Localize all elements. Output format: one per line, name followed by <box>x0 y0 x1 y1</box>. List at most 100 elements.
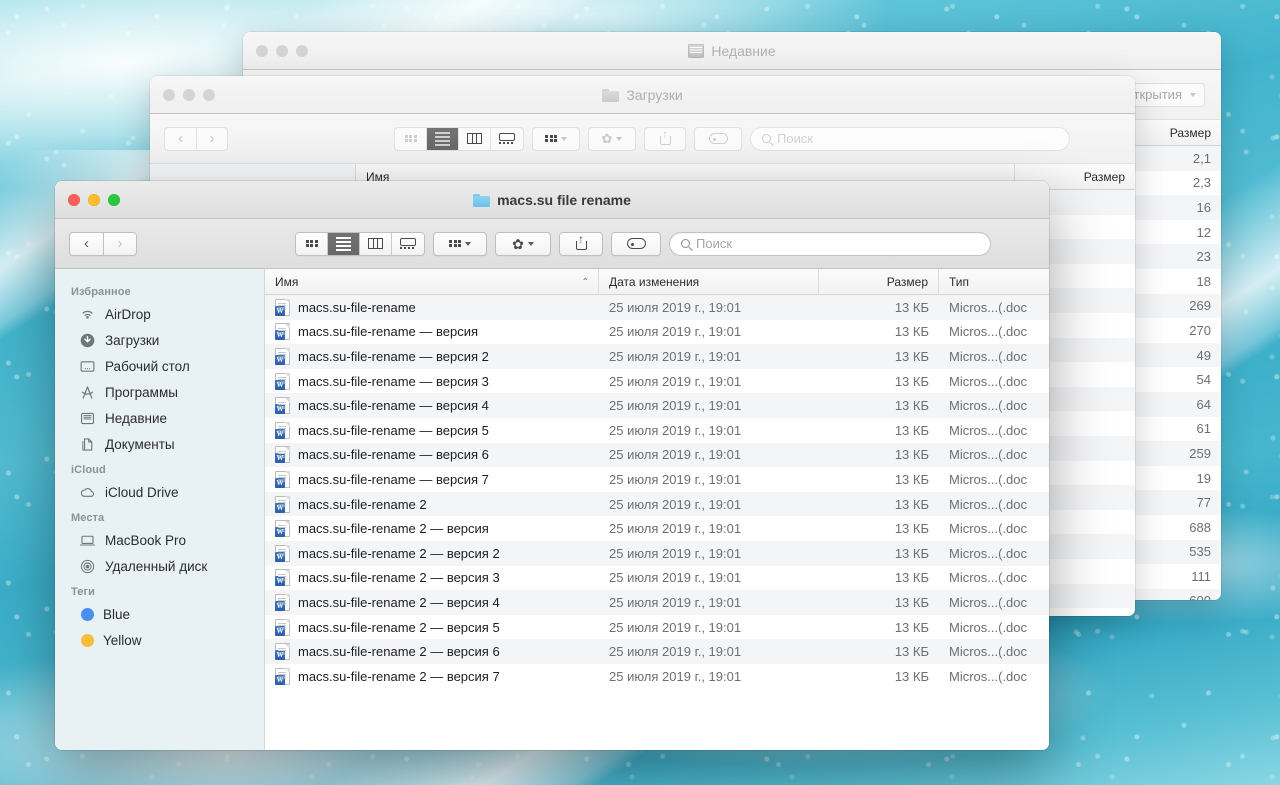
cell-modified: 25 июля 2019 г., 19:01 <box>609 545 742 561</box>
sidebar-item-недавние[interactable]: Недавние <box>55 405 264 431</box>
table-row[interactable]: Wmacs.su-file-rename 2 — версия 2 25 июля… <box>265 540 1049 566</box>
toolbar-front[interactable]: ‹ › ✿ Поиск <box>55 219 1049 269</box>
close-button[interactable] <box>163 88 175 101</box>
gallery-view-button[interactable] <box>392 233 424 255</box>
close-button[interactable] <box>256 44 268 57</box>
column-view-button[interactable] <box>360 232 392 255</box>
column-header-name[interactable]: Имя ⌃ <box>265 269 599 294</box>
table-row[interactable]: Wmacs.su-file-rename — версия 2 25 июля 2… <box>265 344 1049 369</box>
zoom-button[interactable] <box>296 44 308 57</box>
titlebar-recents[interactable]: Недавние <box>243 32 1221 70</box>
column-view-button[interactable] <box>459 127 491 150</box>
list-view-button[interactable] <box>427 127 459 150</box>
table-row[interactable]: Wmacs.su-file-rename — версия 5 25 июля 2… <box>265 418 1049 443</box>
toolbar-downloads[interactable]: ‹ › ✿ Поиск <box>150 114 1135 164</box>
action-gear-button[interactable]: ✿ <box>495 231 551 256</box>
table-row[interactable]: Wmacs.su-file-rename — версия 7 25 июля 2… <box>265 467 1049 492</box>
share-button[interactable] <box>559 231 603 256</box>
column-headers-front[interactable]: Имя ⌃ Дата изменения Размер Тип <box>265 269 1049 295</box>
search-input[interactable]: Поиск <box>669 231 991 256</box>
sidebar-item-удаленный-диск[interactable]: Удаленный диск <box>55 553 264 579</box>
view-mode-segmented-control[interactable] <box>295 231 425 256</box>
zoom-button[interactable] <box>108 193 120 206</box>
sidebar-item-macbook-pro[interactable]: MacBook Pro <box>55 527 264 553</box>
cell-size: 13 КБ <box>894 619 929 635</box>
sidebar-front[interactable]: Избранное AirDrop Загрузки Рабочий стол Прог… <box>55 269 265 750</box>
table-row[interactable]: Wmacs.su-file-rename 2 — версия 25 июля 2… <box>265 516 1049 541</box>
table-row[interactable]: Wmacs.su-file-rename 25 июля 2019 г., 19:… <box>265 295 1049 320</box>
cell-kind: Micros...(.doc <box>949 373 1028 389</box>
file-name: macs.su-file-rename — версия <box>298 324 479 340</box>
column-header-size[interactable]: Размер <box>819 269 939 294</box>
close-button[interactable] <box>68 193 80 206</box>
table-row[interactable]: Wmacs.su-file-rename 2 — версия 7 25 июля… <box>265 664 1049 689</box>
airdrop-icon <box>79 306 96 323</box>
sort-ascending-icon: ⌃ <box>581 276 589 286</box>
window-controls-front[interactable] <box>55 193 120 206</box>
word-document-icon: W <box>275 421 290 439</box>
cell-name: Wmacs.su-file-rename — версия 4 <box>265 397 599 415</box>
sidebar-item-программы[interactable]: Программы <box>55 379 264 405</box>
sidebar-item-yellow[interactable]: Yellow <box>55 627 264 653</box>
window-controls-recents[interactable] <box>243 44 308 57</box>
forward-button[interactable]: › <box>196 126 228 151</box>
table-row[interactable]: Wmacs.su-file-rename 2 — версия 5 25 июля… <box>265 615 1049 640</box>
table-row[interactable]: Wmacs.su-file-rename — версия 6 25 июля 2… <box>265 442 1049 468</box>
sidebar-section-9: Места <box>71 512 105 524</box>
sidebar-item-icloud-drive[interactable]: iCloud Drive <box>55 479 264 505</box>
sidebar-item-airdrop[interactable]: AirDrop <box>55 301 264 327</box>
column-header-kind[interactable]: Тип <box>939 269 1049 294</box>
forward-button[interactable]: › <box>103 231 137 256</box>
view-mode-segmented-control[interactable] <box>394 126 524 151</box>
sidebar-item-документы[interactable]: Документы <box>55 431 264 457</box>
cell-size: 13 КБ <box>894 545 929 561</box>
table-row[interactable]: Wmacs.su-file-rename 2 — версия 3 25 июля… <box>265 566 1049 591</box>
share-button[interactable] <box>644 126 686 151</box>
list-view-button[interactable] <box>328 232 360 255</box>
sidebar-item-загрузки[interactable]: Загрузки <box>55 327 264 353</box>
table-row[interactable]: Wmacs.su-file-rename — версия 25 июля 201… <box>265 320 1049 345</box>
sidebar-item-blue[interactable]: Blue <box>55 601 264 627</box>
table-row[interactable]: Wmacs.su-file-rename — версия 4 25 июля 2… <box>265 393 1049 418</box>
group-by-button[interactable] <box>433 231 487 256</box>
search-input[interactable]: Поиск <box>750 126 1070 151</box>
minimize-button[interactable] <box>88 193 100 206</box>
cell-modified: 25 июля 2019 г., 19:01 <box>609 299 742 315</box>
group-by-button[interactable] <box>532 126 580 151</box>
icon-view-button[interactable] <box>395 127 427 150</box>
cell-kind: Micros...(.doc <box>949 668 1028 684</box>
window-controls-downloads[interactable] <box>150 88 215 101</box>
table-row[interactable]: Wmacs.su-file-rename 2 25 июля 2019 г., 1… <box>265 491 1049 517</box>
gallery-view-button[interactable] <box>491 128 523 150</box>
laptop-icon <box>79 532 96 549</box>
table-row[interactable]: Wmacs.su-file-rename 2 — версия 4 25 июля… <box>265 590 1049 615</box>
back-button[interactable]: ‹ <box>164 126 196 151</box>
sidebar-item-рабочий-стол[interactable]: Рабочий стол <box>55 353 264 379</box>
titlebar-front[interactable]: macs.su file rename <box>55 181 1049 219</box>
sidebar-item-label: iCloud Drive <box>105 484 179 500</box>
back-button[interactable]: ‹ <box>69 231 103 256</box>
file-list-front[interactable]: Wmacs.su-file-rename 25 июля 2019 г., 19:… <box>265 295 1049 750</box>
downloads-icon <box>79 332 96 349</box>
documents-icon <box>79 436 96 453</box>
action-gear-button[interactable]: ✿ <box>588 126 636 151</box>
window-title-recents: Недавние <box>243 32 1221 69</box>
nav-group-downloads[interactable]: ‹ › <box>164 126 228 151</box>
tags-button[interactable] <box>694 126 742 151</box>
titlebar-downloads[interactable]: Загрузки <box>150 76 1135 114</box>
minimize-button[interactable] <box>183 88 195 101</box>
icon-view-button[interactable] <box>296 232 328 255</box>
table-row[interactable]: Wmacs.su-file-rename 2 — версия 6 25 июля… <box>265 639 1049 664</box>
nav-group-front[interactable]: ‹ › <box>69 231 137 256</box>
file-name: macs.su-file-rename 2 — версия 2 <box>298 545 500 561</box>
file-name: macs.su-file-rename — версия 3 <box>298 373 489 389</box>
table-row[interactable]: Wmacs.su-file-rename — версия 3 25 июля 2… <box>265 369 1049 394</box>
cell-size: 13 КБ <box>894 422 929 438</box>
minimize-button[interactable] <box>276 44 288 57</box>
finder-window-macs-su-file-rename[interactable]: macs.su file rename ‹ › ✿ Поиск <box>55 181 1049 750</box>
tags-button[interactable] <box>611 231 661 256</box>
column-header-modified[interactable]: Дата изменения <box>599 269 819 294</box>
cell-modified: 25 июля 2019 г., 19:01 <box>609 570 742 586</box>
cell-name: Wmacs.su-file-rename 2 — версия 4 <box>265 593 599 611</box>
zoom-button[interactable] <box>203 88 215 101</box>
